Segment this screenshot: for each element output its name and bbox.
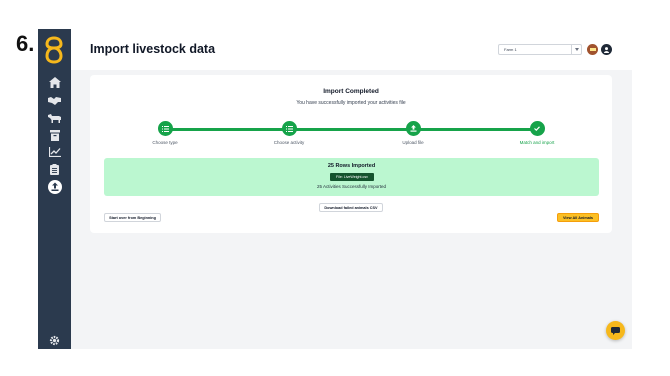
sidebar-item-import[interactable]: [44, 176, 65, 197]
list-icon: [281, 121, 297, 136]
sidebar-item-records[interactable]: [46, 162, 63, 176]
upload-icon: [47, 179, 62, 194]
step-label: Upload file: [402, 140, 424, 145]
farm-select-value: Farm 1: [504, 47, 517, 52]
cow-icon: [47, 113, 61, 123]
notifications-button[interactable]: [587, 44, 598, 55]
handshake-icon: [48, 96, 61, 105]
step-label: Choose type: [152, 140, 178, 145]
banner-subtitle: 25 Activities Successfully Imported: [316, 184, 387, 189]
import-result-card: Import Completed You have successfully i…: [90, 75, 612, 233]
list-icon: [157, 121, 173, 136]
sidebar-item-deals[interactable]: [46, 93, 63, 107]
sidebar-item-home[interactable]: [46, 75, 63, 89]
file-badge: File: LiveWeight.csv: [330, 173, 374, 181]
step-label: Match and import: [519, 140, 555, 145]
card-subtitle: You have successfully imported your acti…: [296, 100, 406, 106]
top-bar: Import livestock data Farm 1: [71, 29, 632, 70]
step-number: 6.: [16, 31, 35, 56]
farm-select[interactable]: Farm 1: [498, 44, 582, 55]
sidebar-item-settings[interactable]: [46, 333, 63, 347]
card-title: Import Completed: [323, 88, 379, 95]
brand-logo: [45, 36, 63, 64]
chart-icon: [48, 147, 61, 157]
page-title: Import livestock data: [90, 42, 216, 56]
sidebar-item-inventory[interactable]: [46, 128, 63, 142]
start-over-button[interactable]: Start over from Beginning: [104, 213, 161, 222]
step-upload-file: Upload file: [373, 121, 453, 145]
bell-icon: [589, 48, 596, 51]
chat-button[interactable]: [606, 321, 625, 340]
sidebar-item-reports[interactable]: [46, 145, 63, 159]
download-failed-csv-button[interactable]: Download failed animals CSV: [319, 203, 383, 212]
user-menu-button[interactable]: [601, 44, 612, 55]
clipboard-icon: [50, 163, 59, 175]
home-icon: [48, 76, 61, 88]
user-icon: [604, 46, 609, 53]
chevron-down-icon: [571, 45, 581, 54]
check-icon: [529, 121, 545, 136]
progress-track: [165, 128, 537, 131]
upload-icon: [405, 121, 421, 136]
sidebar: [38, 29, 71, 349]
app-window: Import livestock data Farm 1 Import Comp…: [38, 29, 632, 349]
gear-icon: [49, 335, 60, 345]
success-banner: 25 Rows Imported File: LiveWeight.csv 25…: [104, 158, 599, 196]
view-all-animals-button[interactable]: View All Animals: [557, 213, 599, 222]
step-label: Choose activity: [273, 140, 305, 145]
step-match-import: Match and import: [497, 121, 577, 145]
chat-icon: [611, 326, 620, 335]
step-choose-activity: Choose activity: [249, 121, 329, 145]
step-choose-type: Choose type: [125, 121, 205, 145]
sidebar-item-livestock[interactable]: [46, 111, 63, 125]
banner-title: 25 Rows Imported: [327, 163, 376, 169]
archive-icon: [49, 129, 60, 141]
